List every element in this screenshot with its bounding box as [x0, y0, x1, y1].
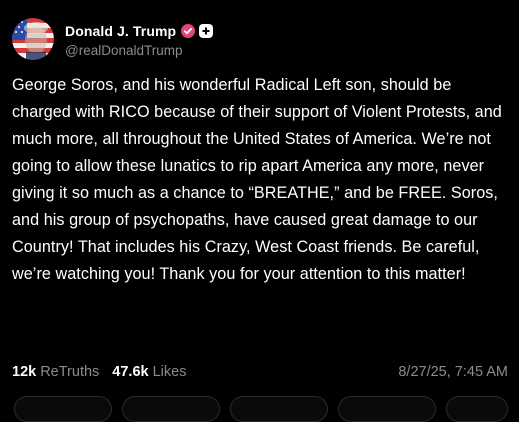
like-button[interactable]	[230, 396, 328, 422]
share-button[interactable]	[338, 396, 436, 422]
author-info: Donald J. Trump @realDonaldTrump	[65, 21, 214, 58]
plus-icon	[199, 23, 214, 38]
author-display-name[interactable]: Donald J. Trump	[65, 23, 176, 39]
retruths-label: ReTruths	[40, 364, 100, 380]
retruths-stat[interactable]: 12k ReTruths	[12, 364, 99, 380]
action-bar	[0, 396, 519, 422]
name-row: Donald J. Trump	[65, 21, 214, 41]
post-stats: 12k ReTruths 47.6k Likes	[12, 362, 199, 382]
truth-post: Donald J. Trump @realDonaldTrump George …	[0, 0, 519, 422]
retruths-count: 12k	[12, 364, 37, 380]
post-timestamp[interactable]: 8/27/25, 7:45 AM	[398, 362, 508, 382]
more-button[interactable]	[446, 396, 508, 422]
author-handle[interactable]: @realDonaldTrump	[65, 43, 213, 58]
post-text: George Soros, and his wonderful Radical …	[12, 76, 502, 283]
retruth-button[interactable]	[122, 396, 220, 422]
likes-stat[interactable]: 47.6k Likes	[112, 364, 186, 380]
reply-button[interactable]	[14, 396, 112, 422]
likes-count: 47.6k	[112, 364, 149, 380]
likes-label: Likes	[152, 364, 187, 380]
verified-badge-icon	[181, 23, 196, 38]
avatar-image	[12, 18, 54, 60]
avatar[interactable]	[12, 18, 54, 60]
post-header: Donald J. Trump @realDonaldTrump	[12, 17, 214, 61]
